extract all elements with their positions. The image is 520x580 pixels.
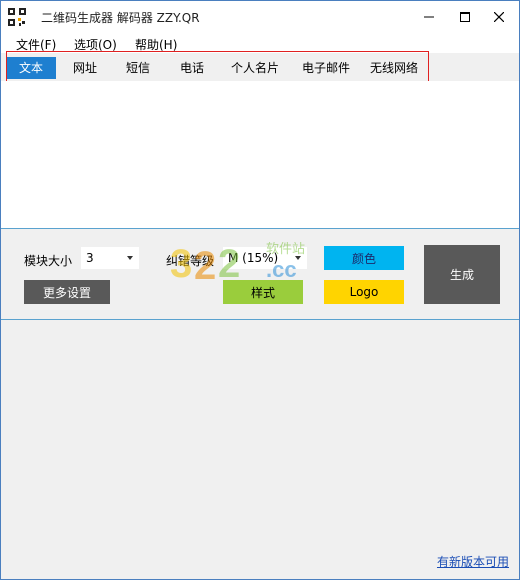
settings-panel: 模块大小 3 纠错等级 M (15%) 更多设置 样式 颜色 Logo 生成 xyxy=(1,229,519,320)
tab-phone[interactable]: 电话 xyxy=(167,57,217,79)
maximize-icon xyxy=(460,12,470,22)
module-size-label: 模块大小 xyxy=(24,254,73,268)
generate-button[interactable]: 生成 xyxy=(424,245,500,304)
content-textarea[interactable] xyxy=(1,81,519,229)
close-icon xyxy=(494,12,504,22)
menu-file[interactable]: 文件(F) xyxy=(16,36,56,53)
module-size-value: 3 xyxy=(86,251,94,265)
title-bar: 二维码生成器 解码器 ZZY.QR xyxy=(1,1,519,33)
minimize-button[interactable] xyxy=(409,1,449,33)
chevron-down-icon xyxy=(127,256,133,260)
tab-email[interactable]: 电子邮件 xyxy=(291,57,361,79)
minimize-icon xyxy=(424,16,434,18)
chevron-down-icon xyxy=(295,256,301,260)
module-size-select[interactable]: 3 xyxy=(81,247,139,269)
tab-business-card[interactable]: 个人名片 xyxy=(221,57,289,79)
tab-wifi[interactable]: 无线网络 xyxy=(363,57,425,79)
error-level-value: M (15%) xyxy=(228,251,279,265)
tab-text[interactable]: 文本 xyxy=(6,57,56,79)
menu-help[interactable]: 帮助(H) xyxy=(135,36,177,53)
error-level-select[interactable]: M (15%) xyxy=(223,247,307,269)
color-button[interactable]: 颜色 xyxy=(324,246,404,270)
result-area xyxy=(1,320,519,579)
close-button[interactable] xyxy=(479,1,519,33)
window-title: 二维码生成器 解码器 ZZY.QR xyxy=(41,11,200,25)
app-window: 二维码生成器 解码器 ZZY.QR 文件(F) 选项(O) 帮助(H) 文本 网… xyxy=(0,0,520,580)
error-level-label: 纠错等级 xyxy=(166,254,215,268)
logo-button[interactable]: Logo xyxy=(324,280,404,304)
update-available-link[interactable]: 有新版本可用 xyxy=(437,553,509,570)
menu-options[interactable]: 选项(O) xyxy=(74,36,117,53)
style-button[interactable]: 样式 xyxy=(223,280,303,304)
menu-bar: 文件(F) 选项(O) 帮助(H) xyxy=(1,33,519,53)
more-settings-button[interactable]: 更多设置 xyxy=(24,280,110,304)
qr-code-icon xyxy=(7,7,27,27)
tab-url[interactable]: 网址 xyxy=(59,57,111,79)
tab-sms[interactable]: 短信 xyxy=(113,57,163,79)
